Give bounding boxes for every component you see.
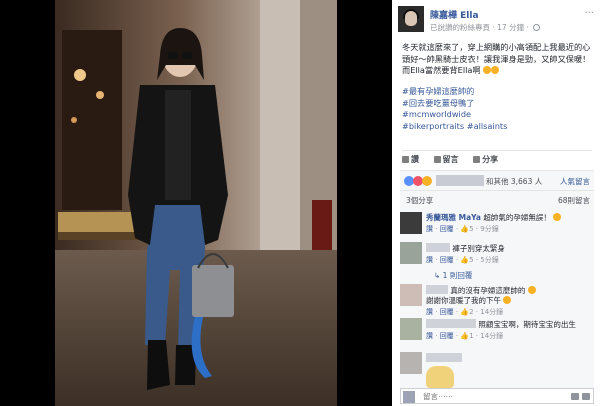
avatar[interactable] bbox=[400, 352, 422, 374]
post-photo[interactable] bbox=[0, 0, 392, 406]
page-avatar[interactable] bbox=[398, 6, 424, 32]
more-options-icon[interactable]: ··· bbox=[584, 8, 594, 19]
haha-reaction-icon[interactable] bbox=[422, 176, 432, 186]
post-actions: 讚 留言 分享 bbox=[402, 150, 592, 166]
comment-reply[interactable]: 回覆 bbox=[440, 308, 454, 316]
smile-icon bbox=[527, 286, 536, 294]
comment-text: 照顧宝宝啊，期待宝宝的出生 bbox=[478, 320, 576, 329]
reaction-count[interactable]: 和其他 3,663 人 bbox=[486, 176, 542, 187]
sticker-icon bbox=[426, 366, 454, 388]
comment: 照顧宝宝啊，期待宝宝的出生 讚 · 回覆 · 👍1 · 14分鐘 bbox=[400, 318, 594, 348]
comment-reply[interactable]: 回覆 bbox=[440, 332, 454, 340]
comment bbox=[400, 352, 594, 388]
thumbs-up-icon: 👍 bbox=[460, 225, 470, 233]
comment-button[interactable]: 留言 bbox=[433, 154, 459, 165]
camera-icon[interactable] bbox=[571, 393, 579, 400]
comment-time[interactable]: 14分鐘 bbox=[480, 332, 503, 340]
comment-text: 真的沒有孕婦這麼帥的 bbox=[450, 286, 526, 295]
share-button[interactable]: 分享 bbox=[473, 154, 498, 165]
avatar[interactable] bbox=[400, 212, 422, 234]
post-header: 陳嘉樺 Ella 已說讚的粉絲專頁 · 17 分鐘 · ··· bbox=[398, 6, 594, 36]
comment-author-blurred[interactable] bbox=[426, 243, 450, 252]
thumbs-up-icon: 👍 bbox=[460, 308, 470, 316]
comment-composer bbox=[400, 388, 594, 404]
thumbs-up-icon: 👍 bbox=[460, 256, 470, 264]
comment-like[interactable]: 讚 bbox=[426, 332, 433, 340]
comment-author-blurred[interactable] bbox=[426, 319, 476, 328]
smile-icon bbox=[483, 66, 492, 74]
comment: 褲子別穿太緊身 讚 · 回覆 · 👍5 · 5分鐘 bbox=[400, 242, 594, 268]
comment-icon bbox=[433, 156, 441, 163]
photo-illustration bbox=[0, 0, 392, 406]
like-button[interactable]: 讚 bbox=[402, 154, 419, 165]
avatar[interactable] bbox=[400, 242, 422, 264]
hashtag[interactable]: #最有孕婦這麼帥的 bbox=[402, 86, 507, 98]
follow-status[interactable]: 已說讚的粉絲專頁 bbox=[430, 23, 490, 32]
comment-reply[interactable]: 回覆 bbox=[440, 225, 454, 233]
comment-like[interactable]: 讚 bbox=[426, 225, 433, 233]
post-subtitle: 已說讚的粉絲專頁 · 17 分鐘 · bbox=[430, 22, 541, 33]
comment: 真的沒有孕婦這麼帥的 謝謝你溫暖了我的下午 讚 · 回覆 · 👍2 · 14分鐘 bbox=[400, 284, 594, 316]
comment-input[interactable] bbox=[423, 391, 543, 402]
smile-icon bbox=[491, 66, 500, 74]
avatar[interactable] bbox=[400, 284, 422, 306]
comment-list: 秀蘭瑪雅 MaYa 超帥氣的孕婦無誤！ 讚 · 回覆 · 👍5 · 9分鐘 褲子… bbox=[400, 208, 594, 388]
page-name[interactable]: 陳嘉樺 Ella bbox=[430, 8, 479, 21]
smile-icon bbox=[503, 296, 512, 304]
hashtag-list: #最有孕婦這麼帥的 #回去要吃薑母鴨了 #mcmworldwide #biker… bbox=[402, 86, 507, 132]
hashtag[interactable]: #bikerportraits #allsaints bbox=[402, 121, 507, 133]
thumbs-up-icon bbox=[402, 156, 409, 163]
avatar[interactable] bbox=[400, 318, 422, 340]
comment-count[interactable]: 68則留言 bbox=[558, 195, 590, 206]
reactor-name-blurred[interactable] bbox=[436, 175, 484, 186]
comment-like[interactable]: 讚 bbox=[426, 308, 433, 316]
comment-like[interactable]: 讚 bbox=[426, 256, 433, 264]
comment: 秀蘭瑪雅 MaYa 超帥氣的孕婦無誤！ 讚 · 回覆 · 👍5 · 9分鐘 bbox=[400, 212, 594, 242]
comment-text: 超帥氣的孕婦無誤！ bbox=[483, 213, 551, 222]
smile-icon bbox=[553, 213, 562, 221]
post-side-panel: 陳嘉樺 Ella 已說讚的粉絲專頁 · 17 分鐘 · ··· 冬天就這麼來了，… bbox=[392, 0, 600, 406]
globe-icon bbox=[533, 24, 541, 31]
comment-author-blurred[interactable] bbox=[426, 353, 462, 362]
thumbs-up-icon: 👍 bbox=[460, 332, 470, 340]
share-count-bar: 3個分享 68則留言 bbox=[400, 190, 594, 208]
comment-author-blurred[interactable] bbox=[426, 285, 448, 294]
comment-time[interactable]: 9分鐘 bbox=[480, 225, 498, 233]
comment-time[interactable]: 5分鐘 bbox=[480, 256, 498, 264]
hashtag[interactable]: #回去要吃薑母鴨了 bbox=[402, 98, 507, 110]
avatar bbox=[403, 391, 415, 403]
emoji-icon[interactable] bbox=[582, 393, 590, 400]
share-icon bbox=[473, 156, 481, 163]
hashtag[interactable]: #mcmworldwide bbox=[402, 109, 507, 121]
comment-text: 褲子別穿太緊身 bbox=[452, 244, 505, 253]
comment-author[interactable]: 秀蘭瑪雅 MaYa bbox=[426, 213, 481, 222]
comment-time[interactable]: 14分鐘 bbox=[480, 308, 503, 316]
post-time[interactable]: 17 分鐘 bbox=[497, 23, 524, 32]
comment-text-line2: 謝謝你溫暖了我的下午 bbox=[426, 296, 501, 305]
view-replies-link[interactable]: ↳ 1 則回覆 bbox=[434, 270, 472, 281]
comment-sort-dropdown[interactable]: 人氣留言 bbox=[560, 176, 590, 187]
comment-reply[interactable]: 回覆 bbox=[440, 256, 454, 264]
share-count[interactable]: 3個分享 bbox=[406, 195, 433, 206]
reactions-bar: 和其他 3,663 人 人氣留言 bbox=[400, 170, 594, 190]
post-text: 冬天就這麼來了，穿上網購的小高領配上我最近的心頭好～帥黑騎士皮衣！讓我渾身是勁，… bbox=[402, 42, 592, 83]
